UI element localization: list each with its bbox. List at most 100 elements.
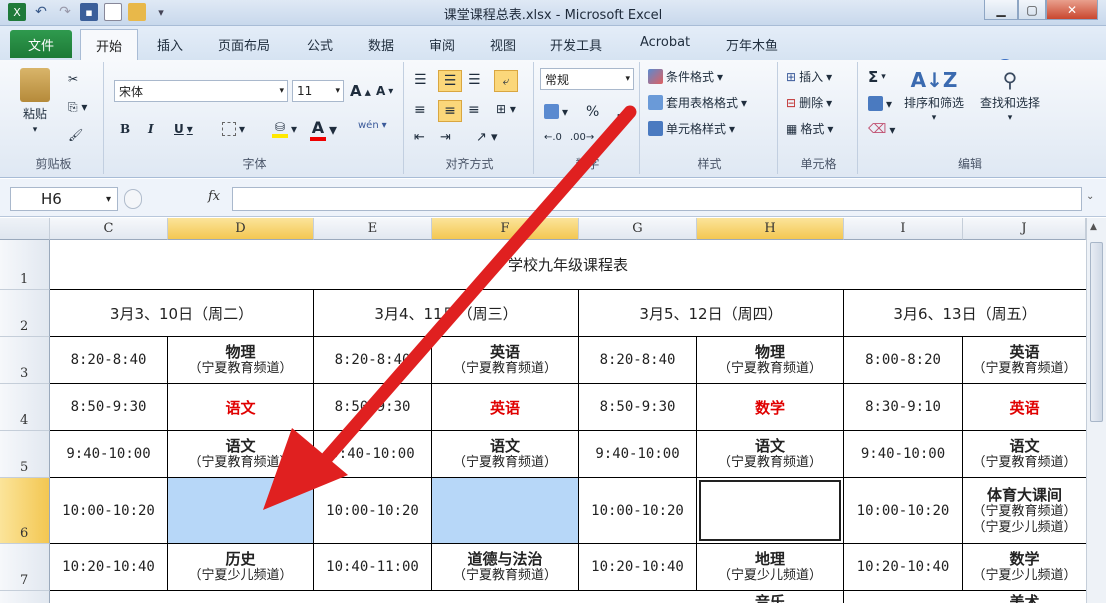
underline-button[interactable]: U ▾ (174, 122, 193, 136)
bold-button[interactable]: B (120, 122, 130, 136)
highlighted-empty-cell[interactable] (168, 478, 314, 544)
font-color-button[interactable]: A ▾ (310, 118, 337, 141)
subject-cell[interactable]: 数学 (697, 384, 844, 431)
fill-color-button[interactable]: ⛁ ▾ (272, 120, 297, 138)
time-cell[interactable]: 10:20-10:40 (579, 544, 697, 591)
row-header-4[interactable]: 4 (0, 384, 50, 431)
time-cell[interactable]: 10:20-10:40 (844, 544, 963, 591)
merge-center-icon[interactable]: ⊞ ▾ (496, 102, 516, 116)
align-right-icon[interactable]: ≡ (468, 102, 480, 118)
time-cell[interactable]: 9:40-10:00 (314, 431, 432, 478)
cut-icon[interactable]: ✂ (68, 72, 78, 86)
conditional-format-button[interactable]: 条件格式 ▾ (648, 68, 723, 85)
wrap-text-icon[interactable]: ⤶ (494, 70, 518, 92)
subject-cell[interactable]: 美术 (963, 591, 1086, 603)
insert-function-icon[interactable]: fx (208, 189, 220, 204)
time-cell[interactable]: 9:40-10:00 (844, 431, 963, 478)
sort-filter-button[interactable]: A↓Z 排序和筛选 ▾ (904, 68, 964, 123)
day-header-tue[interactable]: 3月3、10日（周二） (50, 290, 314, 337)
number-format-select[interactable]: 常规 ▾ (540, 68, 634, 90)
time-cell[interactable]: 9:40-10:00 (579, 431, 697, 478)
orientation-icon[interactable]: ↗ ▾ (476, 130, 498, 145)
insert-cells-button[interactable]: ⊞ 插入 ▾ (786, 68, 832, 85)
grow-font-button[interactable]: A ▴ (350, 82, 371, 100)
time-cell[interactable]: 10:00-10:20 (50, 478, 168, 544)
subject-cell[interactable]: 历史 （宁夏少儿频道） (168, 544, 314, 591)
shrink-font-button[interactable]: A ▾ (376, 84, 393, 98)
maximize-button[interactable]: ▢ (1018, 0, 1046, 20)
column-header-c[interactable]: C (50, 218, 168, 240)
time-cell[interactable]: 10:00-10:20 (579, 478, 697, 544)
tab-page-layout[interactable]: 页面布局 (218, 35, 270, 54)
align-left-icon[interactable]: ≡ (414, 102, 426, 118)
tab-data[interactable]: 数据 (368, 35, 394, 54)
row-header-7[interactable]: 7 (0, 544, 50, 591)
time-cell[interactable]: 10:00-10:20 (314, 478, 432, 544)
align-center-icon[interactable]: ≡ (438, 100, 462, 122)
row-header-6[interactable]: 6 (0, 478, 50, 544)
day-header-thu[interactable]: 3月5、12日（周四） (579, 290, 844, 337)
subject-cell[interactable]: 地理 （宁夏少儿频道） (697, 544, 844, 591)
time-cell[interactable]: 8:20-8:40 (314, 337, 432, 384)
minimize-button[interactable]: ▁ (984, 0, 1018, 20)
name-box[interactable]: H6 ▾ (10, 187, 118, 211)
increase-decimal-icon[interactable]: ←.0 (544, 132, 562, 143)
subject-cell[interactable]: 体育大课间 （宁夏教育频道） （宁夏少儿频道） (963, 478, 1086, 544)
highlighted-empty-cell[interactable] (432, 478, 579, 544)
column-header-d[interactable]: D (168, 218, 314, 240)
subject-cell[interactable]: 道德与法治 （宁夏教育频道） (432, 544, 579, 591)
subject-cell[interactable]: 英语 （宁夏教育频道） (963, 337, 1086, 384)
tab-review[interactable]: 审阅 (429, 35, 455, 54)
subject-cell[interactable]: 语文 （宁夏教育频道） (168, 431, 314, 478)
column-header-i[interactable]: I (844, 218, 963, 240)
border-button[interactable]: ▾ (222, 122, 245, 136)
find-select-button[interactable]: ⚲ 查找和选择 ▾ (980, 68, 1040, 123)
currency-icon[interactable]: ▾ (544, 104, 568, 119)
decrease-decimal-icon[interactable]: .00→ (570, 132, 594, 143)
time-cell[interactable]: 8:50-9:30 (579, 384, 697, 431)
tab-formulas[interactable]: 公式 (307, 35, 333, 54)
subject-cell[interactable]: 语文 （宁夏教育频道） (432, 431, 579, 478)
vertical-scrollbar[interactable]: ▲ (1086, 218, 1106, 603)
time-cell[interactable]: 8:20-8:40 (50, 337, 168, 384)
tab-view[interactable]: 视图 (490, 35, 516, 54)
row-header-8[interactable] (0, 591, 50, 603)
increase-indent-icon[interactable]: ⇥ (440, 130, 451, 145)
delete-cells-button[interactable]: ⊟ 删除 ▾ (786, 94, 832, 111)
close-button[interactable]: ✕ (1046, 0, 1098, 20)
clear-button[interactable]: ⌫ ▾ (868, 122, 895, 137)
subject-cell[interactable]: 数学 （宁夏少儿频道） (963, 544, 1086, 591)
tab-developer[interactable]: 开发工具 (550, 35, 602, 54)
subject-cell[interactable]: 物理 （宁夏教育频道） (168, 337, 314, 384)
subject-cell[interactable]: 英语 (963, 384, 1086, 431)
copy-icon[interactable]: ⎘ ▾ (68, 100, 87, 115)
italic-button[interactable]: I (148, 122, 154, 136)
active-cell-h6[interactable] (697, 478, 844, 544)
font-name-select[interactable]: 宋体 ▾ (114, 80, 288, 102)
tab-acrobat[interactable]: Acrobat (640, 35, 690, 50)
font-size-select[interactable]: 11 ▾ (292, 80, 344, 102)
format-as-table-button[interactable]: 套用表格格式 ▾ (648, 94, 747, 111)
subject-cell[interactable]: 语文 （宁夏教育频道） (697, 431, 844, 478)
day-header-fri[interactable]: 3月6、13日（周五） (844, 290, 1086, 337)
column-header-h[interactable]: H (697, 218, 844, 240)
sheet-title-cell[interactable]: 学校九年级课程表 (50, 240, 1086, 290)
subject-cell[interactable]: 语文 （宁夏教育频道） (963, 431, 1086, 478)
time-cell[interactable]: 8:50-9:30 (314, 384, 432, 431)
column-header-g[interactable]: G (579, 218, 697, 240)
time-cell[interactable]: 10:00-10:20 (844, 478, 963, 544)
cell-styles-button[interactable]: 单元格样式 ▾ (648, 120, 735, 137)
row-header-2[interactable]: 2 (0, 290, 50, 337)
time-cell[interactable]: 8:50-9:30 (50, 384, 168, 431)
align-bottom-icon[interactable]: ☰ (468, 72, 481, 88)
row-header-1[interactable]: 1 (0, 240, 50, 290)
format-painter-icon[interactable]: 🖌 (68, 128, 83, 142)
subject-cell[interactable]: 英语 （宁夏教育频道） (432, 337, 579, 384)
autosum-button[interactable]: Σ ▾ (868, 68, 886, 86)
tab-home[interactable]: 开始 (80, 29, 138, 61)
expand-formula-icon[interactable]: ⌄ (1086, 191, 1094, 202)
formula-bar-splitter[interactable] (124, 189, 142, 209)
scroll-up-icon[interactable]: ▲ (1090, 222, 1097, 232)
column-header-f[interactable]: F (432, 218, 579, 240)
row-header-3[interactable]: 3 (0, 337, 50, 384)
